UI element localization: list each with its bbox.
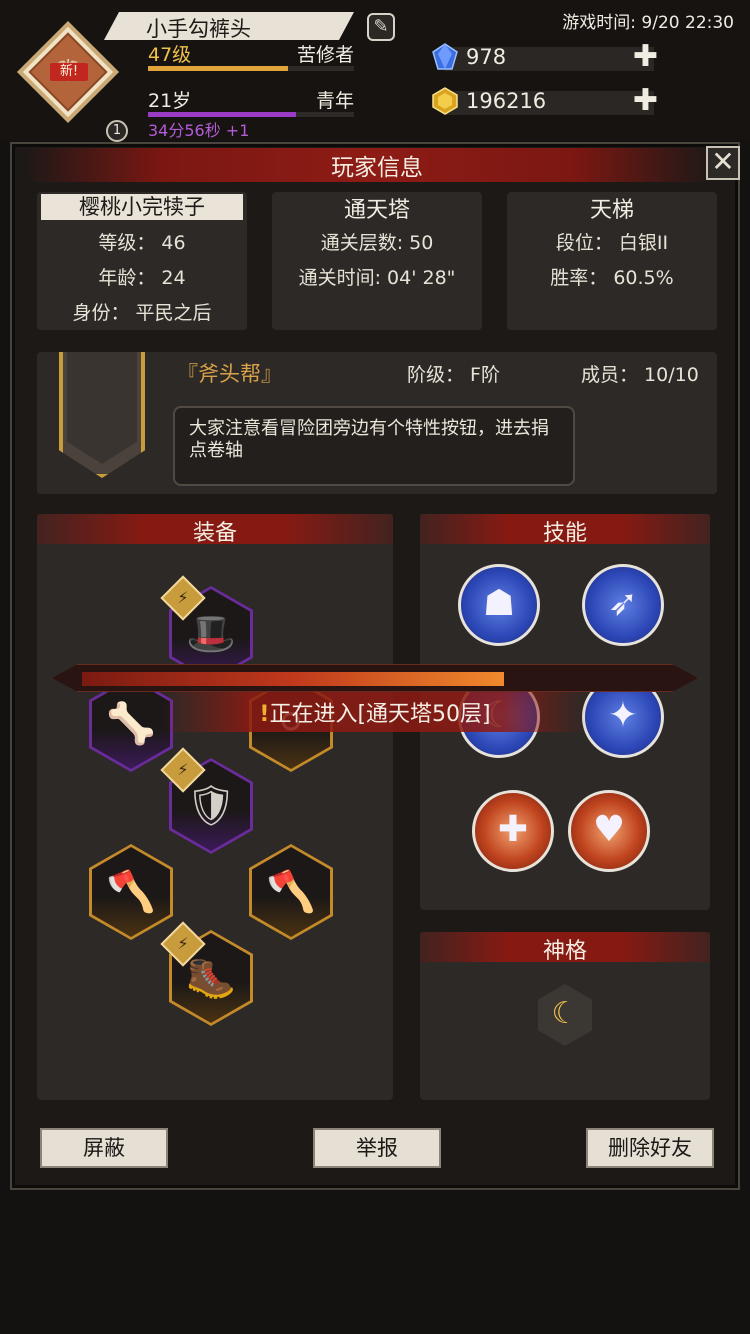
lightning-rank-icon: ⚡ (177, 588, 189, 607)
age-label: 21岁 (148, 90, 192, 112)
tower-title: 通天塔 (343, 198, 410, 223)
alert-icon: ! (259, 702, 270, 727)
age-timer: 34分56秒 +1 (148, 121, 250, 140)
edit-name-icon[interactable]: ✎ (367, 13, 395, 41)
lightning-rank-icon: ⚡ (177, 760, 189, 779)
tower-floors: 通关层数: 50 (320, 232, 434, 254)
divinity-slot[interactable]: ☾ (538, 984, 592, 1046)
loading-message-text: 正在进入[通天塔50层] (269, 702, 491, 727)
report-button[interactable]: 举报 (313, 1128, 441, 1168)
divinity-section: 神格 ☾ (420, 932, 710, 1100)
skill-guardian[interactable]: ☗ (458, 564, 540, 646)
new-badge: 新! (50, 63, 88, 81)
player-name-plate: 小手勾裤头 (104, 12, 354, 40)
skill-heal-cross[interactable]: ✚ (472, 790, 554, 872)
heart-hands-icon: ♥ (592, 809, 626, 850)
guild-banner-inner (67, 352, 137, 464)
top-hud: ⚚ 新! 1 小手勾裤头 ✎ 47级 苦修者 21岁 青年 34分56秒 +1 … (0, 0, 750, 142)
loading-message: !正在进入[通天塔50层] (52, 696, 698, 728)
gold-counter: 196216 ✚ (430, 86, 660, 116)
diamond-amount: 978 (466, 45, 507, 69)
game-time: 游戏时间: 9/20 22:30 (562, 13, 734, 33)
level-progress-fill (148, 66, 289, 71)
notification-count-badge: 1 (106, 120, 128, 142)
close-button[interactable]: ✕ (706, 146, 740, 180)
ladder-win-rate: 胜率： 60.5% (550, 267, 674, 289)
add-gold-button[interactable]: ✚ (633, 86, 658, 116)
skill-heart-hands[interactable]: ♥ (568, 790, 650, 872)
axe-icon: 🪓 (266, 869, 316, 915)
cultivation-title: 苦修者 (296, 44, 354, 66)
guild-rank: 阶级： F阶 (407, 364, 500, 386)
profile-identity: 身份： 平民之后 (72, 302, 212, 324)
skill-arrow-volley[interactable]: ➶ (582, 564, 664, 646)
guardian-icon: ☗ (482, 583, 516, 624)
tower-card: 通天塔 通关层数: 50 通关时间: 04' 28" (272, 192, 482, 330)
loading-progress-fill (82, 672, 504, 686)
ladder-tier: 段位： 白银II (555, 232, 669, 254)
guild-card: 『斧头帮』 阶级： F阶 成员： 10/10 大家注意看冒险团旁边有个特性按钮，… (37, 352, 717, 494)
level-row: 47级 苦修者 (148, 40, 354, 66)
divinity-title: 神格 (542, 939, 587, 964)
guild-members: 成员： 10/10 (581, 364, 699, 386)
delete-friend-button[interactable]: 删除好友 (586, 1128, 714, 1168)
ladder-card: 天梯 段位： 白银II 胜率： 60.5% (507, 192, 717, 330)
heal-cross-icon: ✚ (497, 809, 529, 850)
moon-icon: ☾ (551, 996, 579, 1031)
gold-ingot-icon (432, 87, 458, 115)
player-name: 小手勾裤头 (146, 17, 251, 41)
skills-title: 技能 (542, 521, 587, 546)
diamond-counter: 978 ✚ (430, 42, 660, 72)
life-stage: 青年 (315, 90, 354, 112)
profile-name: 樱桃小完犊子 (41, 194, 243, 220)
arrow-volley-icon: ➶ (607, 583, 639, 624)
guild-name[interactable]: 『斧头帮』 (177, 358, 282, 388)
panel-title: 玩家信息 (331, 155, 423, 181)
block-button[interactable]: 屏蔽 (40, 1128, 168, 1168)
tower-time: 通关时间: 04' 28" (298, 267, 456, 289)
equip-slot-right-weapon[interactable]: 🪓 (249, 844, 333, 940)
axe-icon: 🪓 (106, 869, 156, 915)
guild-notice: 大家注意看冒险团旁边有个特性按钮，进去捐点卷轴 (173, 406, 575, 486)
profile-level: 等级： 46 (98, 232, 186, 254)
equip-slot-left-weapon[interactable]: 🪓 (89, 844, 173, 940)
close-icon: ✕ (711, 145, 735, 178)
ladder-title: 天梯 (589, 198, 634, 223)
add-diamonds-button[interactable]: ✚ (633, 42, 658, 72)
blue-gem-icon (432, 43, 458, 70)
age-row: 21岁 青年 (148, 86, 354, 112)
lightning-rank-icon: ⚡ (177, 934, 189, 953)
loading-overlay: !正在进入[通天塔50层] (52, 658, 698, 740)
profile-card: 樱桃小完犊子 等级： 46 年龄： 24 身份： 平民之后 (37, 192, 247, 330)
gold-amount: 196216 (466, 89, 547, 113)
equipment-section: 装备 🎩 ⚡ 🦴 ⚪ 🛡 ⚡ 🪓 🪓 🥾 (37, 514, 393, 1100)
level-label: 47级 (148, 44, 192, 66)
profile-age: 年龄： 24 (98, 267, 186, 289)
equipment-title: 装备 (192, 521, 237, 546)
player-avatar[interactable]: ⚚ 新! 1 (17, 21, 128, 142)
level-progress-bar (148, 66, 354, 71)
